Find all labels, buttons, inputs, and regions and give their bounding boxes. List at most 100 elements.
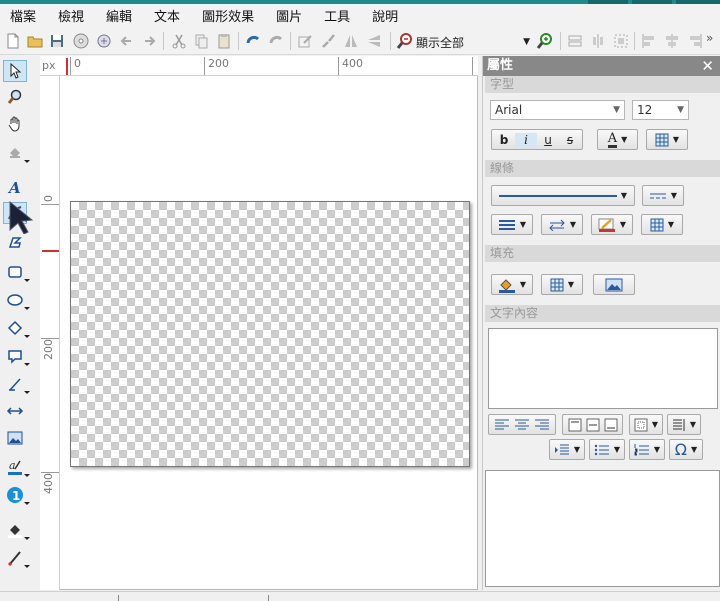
text-color-icon[interactable]: a	[3, 456, 30, 478]
valign-top-icon[interactable]	[568, 418, 582, 432]
menu-edit[interactable]: 編輯	[106, 6, 132, 25]
line-spacing-select[interactable]: ▼	[667, 414, 701, 435]
indent-select[interactable]: ▼	[549, 439, 585, 460]
flip-vertical-icon[interactable]	[363, 30, 385, 52]
number-badge-icon[interactable]: 1	[3, 484, 30, 506]
line-style-select[interactable]: ▼	[491, 185, 635, 206]
cut-icon[interactable]	[168, 30, 190, 52]
valign-bottom-icon[interactable]	[604, 418, 618, 432]
chevron-down-icon: ▼	[523, 37, 530, 47]
copy-icon[interactable]	[190, 30, 212, 52]
refresh-icon[interactable]	[93, 30, 115, 52]
menu-bar: 檔案 檢視 編輯 文本 圖形效果 圖片 工具 說明	[0, 4, 720, 27]
chevron-down-icon: ▼	[670, 191, 678, 200]
zoom-in-icon[interactable]	[534, 30, 556, 52]
align-center-icon[interactable]	[564, 30, 586, 52]
toolbar-overflow-button[interactable]: »	[706, 31, 713, 45]
align-middle-icon[interactable]	[661, 30, 683, 52]
chevron-down-icon: ▼	[621, 135, 628, 144]
menu-help[interactable]: 說明	[372, 6, 398, 25]
dimension-tool-icon[interactable]	[3, 373, 30, 395]
align-left-icon[interactable]	[638, 30, 660, 52]
brush-icon[interactable]	[317, 30, 339, 52]
menu-text[interactable]: 文本	[154, 6, 180, 25]
redo-icon[interactable]	[138, 30, 160, 52]
select-arrow-icon[interactable]	[3, 60, 27, 82]
paste-icon[interactable]	[213, 30, 235, 52]
arrow-connector-icon[interactable]	[3, 400, 27, 422]
numbered-list-select[interactable]: ▼	[629, 439, 665, 460]
text-tool-icon[interactable]: A	[3, 176, 27, 198]
italic-button[interactable]: i	[515, 132, 537, 147]
flip-horizontal-icon[interactable]	[340, 30, 362, 52]
text-border-button[interactable]: ▼	[646, 129, 688, 150]
line-border-select[interactable]: ▼	[641, 214, 683, 235]
align-center-icon[interactable]	[514, 418, 530, 432]
text-color-button[interactable]: A ▼	[597, 129, 638, 150]
callout-tool-icon[interactable]	[3, 345, 30, 367]
arrow-style-select[interactable]: ▼	[541, 214, 583, 235]
status-bar	[0, 591, 720, 601]
bold-button[interactable]: b	[493, 133, 515, 147]
close-icon[interactable]: ✕	[701, 56, 714, 76]
toolbar-divider	[634, 32, 635, 50]
rotate-left-icon[interactable]	[242, 30, 264, 52]
fill-color-select[interactable]: ▼	[491, 274, 533, 295]
valign-middle-icon[interactable]	[586, 418, 600, 432]
align-right-icon[interactable]	[534, 418, 550, 432]
text-padding-select[interactable]: ▼	[629, 414, 663, 435]
zoom-out-icon[interactable]	[394, 30, 416, 52]
toolbar-divider	[163, 32, 164, 50]
line-style-preview	[498, 194, 617, 197]
open-folder-icon[interactable]	[24, 30, 46, 52]
fill-color-icon[interactable]	[3, 519, 30, 541]
chevron-down-icon: ▼	[519, 220, 527, 229]
font-family-select[interactable]: Arial ▼	[490, 100, 625, 120]
diamond-tool-icon[interactable]	[3, 317, 30, 339]
ellipse-tool-icon[interactable]	[3, 289, 30, 311]
artboard-transparent[interactable]	[70, 201, 470, 467]
line-color-icon[interactable]	[3, 547, 30, 569]
strikethrough-button[interactable]: s	[559, 133, 581, 147]
zoom-dropdown[interactable]: 顯示全部 ▼	[416, 33, 530, 51]
ruler-major-tick	[41, 472, 59, 473]
fill-pattern-select[interactable]: ▼	[541, 274, 583, 295]
table-grid-icon	[550, 278, 564, 291]
text-preview-box	[485, 470, 720, 587]
save-icon[interactable]	[46, 30, 68, 52]
align-right-icon[interactable]	[684, 30, 706, 52]
rectangle-tool-icon[interactable]	[3, 261, 30, 283]
line-color-select[interactable]: ▼	[591, 214, 633, 235]
edit-icon[interactable]	[294, 30, 316, 52]
image-tool-icon[interactable]	[3, 427, 27, 449]
line-spacing-icon	[672, 418, 685, 431]
line-section-header: 線條	[485, 160, 720, 177]
distribute-icon[interactable]	[587, 30, 609, 52]
align-left-icon[interactable]	[494, 418, 510, 432]
undo-icon[interactable]	[116, 30, 138, 52]
polygon-tool-icon[interactable]	[3, 231, 27, 253]
zoom-icon[interactable]	[3, 86, 27, 108]
underline-button[interactable]: u	[537, 133, 559, 147]
menu-graphic-effects[interactable]: 圖形效果	[202, 6, 254, 25]
disc-icon[interactable]	[70, 30, 92, 52]
bullet-list-select[interactable]: ▼	[589, 439, 625, 460]
line-weight-select[interactable]: ▼	[491, 214, 533, 235]
special-character-select[interactable]: Ω ▼	[669, 439, 703, 460]
new-file-icon[interactable]	[2, 30, 24, 52]
menu-file[interactable]: 檔案	[10, 6, 36, 25]
menu-tools[interactable]: 工具	[324, 6, 350, 25]
chevron-down-icon: ▼	[689, 420, 697, 429]
dash-style-select[interactable]: ▼	[642, 185, 684, 206]
menu-view[interactable]: 檢視	[58, 6, 84, 25]
text-content-input[interactable]	[488, 328, 718, 409]
menu-image[interactable]: 圖片	[276, 6, 302, 25]
rotate-right-icon[interactable]	[265, 30, 287, 52]
group-icon[interactable]	[610, 30, 632, 52]
fill-image-button[interactable]	[593, 274, 635, 295]
font-style-group: b i u s	[491, 129, 583, 150]
font-size-select[interactable]: 12 ▼	[632, 100, 689, 120]
font-section-header: 字型	[485, 76, 720, 93]
hand-pan-icon[interactable]	[3, 113, 27, 135]
fill-bucket-icon[interactable]	[3, 142, 30, 164]
